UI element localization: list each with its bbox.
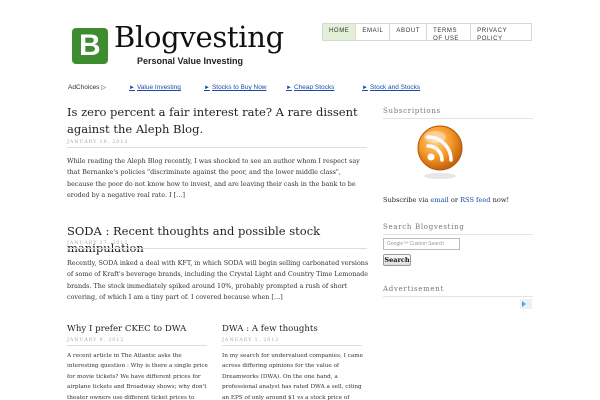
subscribe-or: or	[450, 196, 458, 204]
adchoices[interactable]: AdChoices ▷	[68, 84, 106, 91]
ad-link-value-investing[interactable]: ► Value Investing	[129, 84, 181, 91]
post-excerpt: A recent article in The Atlantic asks th…	[67, 353, 208, 400]
search-placeholder: Custom Search	[409, 241, 444, 247]
search-button[interactable]: Search	[383, 254, 411, 266]
nav-terms-of-use[interactable]: TERMS OF USE	[427, 23, 472, 42]
post-title[interactable]: Why I prefer CKEC to DWA	[67, 324, 186, 334]
post-excerpt: In my search for undervalued companies, …	[222, 353, 363, 400]
ad-link-cheap-stocks[interactable]: ► Cheap Stocks	[286, 84, 334, 91]
post-date: JANUARY 8, 2012	[67, 337, 207, 346]
google-label: Google™	[387, 241, 409, 247]
post-date: JANUARY 17, 2012	[67, 240, 367, 249]
ad-links-row: AdChoices ▷ ► Value Investing ► Stocks to B…	[68, 83, 448, 95]
ad-link-label: Value Investing	[136, 84, 181, 91]
rss-feed-icon[interactable]	[416, 124, 464, 180]
subscribe-line: Subscribe via email or RSS feed now!	[383, 196, 509, 204]
post-excerpt: Recently, SODA inked a deal with KFT, in…	[67, 259, 369, 302]
adchoices-label: AdChoices	[68, 84, 100, 91]
ad-link-stock-and-stocks[interactable]: ► Stock and Stocks	[362, 84, 420, 91]
adchoices-icon: ▷	[101, 85, 107, 91]
arrow-icon: ►	[286, 85, 292, 91]
arrow-icon: ►	[362, 85, 368, 91]
top-navigation: HOME EMAIL ABOUT TERMS OF USE PRIVACY PO…	[322, 23, 533, 42]
arrow-icon: ►	[129, 85, 135, 91]
post-date: JANUARY 18, 2012	[67, 139, 367, 148]
subscribe-rss-link[interactable]: RSS feed	[460, 196, 490, 204]
search-heading: Search Blogvesting	[383, 223, 533, 235]
post-date: JANUARY 1, 2012	[222, 337, 362, 346]
subscribe-prefix: Subscribe via	[383, 196, 429, 204]
logo-letter: B	[79, 29, 101, 62]
subscribe-email-link[interactable]: email	[430, 196, 448, 204]
ad-link-label: Stock and Stocks	[369, 84, 421, 91]
nav-home[interactable]: HOME	[322, 23, 357, 41]
ad-info-icon[interactable]	[520, 299, 532, 309]
search-input[interactable]: Google™ Custom Search	[383, 238, 460, 250]
post-excerpt: While reading the Aleph Blog recently, I…	[67, 157, 360, 200]
ad-link-label: Stocks to Buy Now	[211, 84, 267, 91]
subscribe-suffix: now!	[492, 196, 510, 204]
nav-about[interactable]: ABOUT	[390, 23, 428, 41]
advertisement-heading: Advertisement	[383, 285, 533, 297]
post-title[interactable]: Is zero percent a fair interest rate? A …	[67, 104, 367, 138]
nav-email[interactable]: EMAIL	[356, 23, 391, 41]
nav-privacy-policy[interactable]: PRIVACY POLICY	[471, 23, 533, 42]
site-title[interactable]: Blogvesting	[114, 20, 284, 54]
arrow-icon: ►	[204, 85, 210, 91]
site-logo[interactable]: B	[72, 28, 108, 64]
ad-link-label: Cheap Stocks	[293, 84, 335, 91]
ad-link-stocks-to-buy-now[interactable]: ► Stocks to Buy Now	[204, 84, 267, 91]
subscriptions-heading: Subscriptions	[383, 107, 533, 119]
site-tagline: Personal Value Investing	[137, 56, 244, 66]
post-title[interactable]: DWA : A few thoughts	[222, 324, 318, 334]
